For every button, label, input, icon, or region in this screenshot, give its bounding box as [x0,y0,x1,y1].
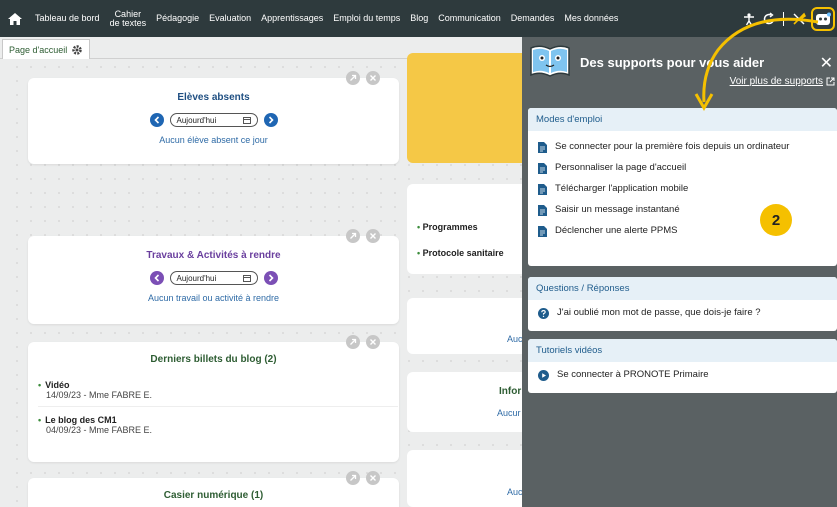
nav-cahier-line2: de textes [109,17,147,28]
card-casier: Casier numérique (1) [28,478,399,507]
document-icon [538,205,547,216]
play-icon [538,370,549,381]
gear-icon[interactable] [71,44,83,56]
date-input[interactable]: Aujourd'hui [169,271,258,285]
question-icon [538,308,549,319]
nav-demandes[interactable]: Demandes [506,14,560,23]
nav-communication[interactable]: Communication [433,14,506,23]
close-icon [370,75,376,81]
nav-tableau-de-bord[interactable]: Tableau de bord [30,14,105,23]
nav-apprentissages[interactable]: Apprentissages [256,14,328,23]
close-icon [370,339,376,345]
help-item[interactable]: Se connecter à PRONOTE Primaire [528,362,837,386]
section-title: Tutoriels vidéos [528,339,837,362]
annotation-arrow [694,17,819,112]
home-button[interactable] [0,0,30,37]
expand-card-button[interactable] [346,229,360,243]
nav-emploi-du-temps[interactable]: Emploi du temps [328,14,405,23]
home-icon [8,12,22,25]
empty-message: Aucun élève absent ce jour [159,135,268,145]
chevron-right-icon [268,274,274,282]
blog-post-item[interactable]: Le blog des CM1 04/09/23 - Mme FABRE E. [38,415,398,441]
truncated-text: Aucur [497,408,521,418]
help-item-label: Télécharger l'application mobile [555,183,689,194]
truncated-text: Auc [507,334,523,344]
calendar-icon [242,275,251,282]
chevron-left-icon [153,116,159,124]
close-icon [370,233,376,239]
document-icon [538,163,547,174]
previous-day-button[interactable] [149,113,164,127]
truncated-text: Auc [507,487,523,497]
link-protocole: Protocole sanitaire [422,248,504,258]
nav-blog[interactable]: Blog [405,14,433,23]
blog-post-title: Le blog des CM1 [38,415,398,425]
help-item-label: J'ai oublié mon mot de passe, que dois-j… [557,307,761,318]
help-item-label: Déclencher une alerte PPMS [555,225,678,236]
tab-page-accueil[interactable]: Page d'accueil [2,39,91,59]
tab-label: Page d'accueil [9,44,68,55]
expand-icon [350,338,357,345]
expand-icon [350,474,357,481]
help-item[interactable]: Télécharger l'application mobile [528,179,837,200]
expand-card-button[interactable] [346,471,360,485]
blog-post-meta: 14/09/23 - Mme FABRE E. [46,390,153,400]
chevron-right-icon [268,116,274,124]
section-questions-reponses: Questions / Réponses J'ai oublié mon mot… [528,277,837,331]
mascot-book-icon [530,45,570,77]
help-item-label: Personnaliser la page d'accueil [555,162,687,173]
help-item[interactable]: Personnaliser la page d'accueil [528,158,837,179]
date-value: Aujourd'hui [176,273,217,283]
next-day-button[interactable] [263,271,278,285]
document-icon [538,184,547,195]
card-blog: Derniers billets du blog (2) Vidéo 14/09… [28,342,399,462]
close-card-button[interactable] [366,335,380,349]
help-item-label: Se connecter à PRONOTE Primaire [557,369,709,380]
link-programmes: Programmes [422,222,478,232]
blog-post-title: Vidéo [38,380,398,390]
expand-card-button[interactable] [346,71,360,85]
blog-post-meta: 04/09/23 - Mme FABRE E. [46,425,153,435]
card-title: Infor [499,386,522,397]
expand-icon [350,232,357,239]
step-badge: 2 [760,204,792,236]
nav-pedagogie[interactable]: Pédagogie [151,14,204,23]
card-eleves-absents: Elèves absents Aujourd'hui Aucun élève a… [28,78,399,164]
link-item[interactable]: • Programmes [417,222,478,232]
section-modes-emploi: Modes d'emploi Se connecter pour la prem… [528,108,837,266]
expand-icon [350,74,357,81]
empty-message: Aucun travail ou activité à rendre [147,293,280,303]
help-item-label: Se connecter pour la première fois depui… [555,141,790,152]
calendar-icon [242,117,251,124]
close-card-button[interactable] [366,71,380,85]
close-icon [370,475,376,481]
expand-card-button[interactable] [346,335,360,349]
link-item[interactable]: • Protocole sanitaire [417,248,504,258]
help-item[interactable]: Se connecter pour la première fois depui… [528,137,837,158]
chevron-left-icon [153,274,159,282]
date-input[interactable]: Aujourd'hui [169,113,258,127]
nav-mes-donnees[interactable]: Mes données [559,14,623,23]
section-tutoriels-videos: Tutoriels vidéos Se connecter à PRONOTE … [528,339,837,393]
card-title: Derniers billets du blog (2) [150,354,277,365]
next-day-button[interactable] [263,113,278,127]
close-card-button[interactable] [366,471,380,485]
nav-cahier-de-textes[interactable]: Cahier de textes [105,9,152,28]
document-icon [538,142,547,153]
close-card-button[interactable] [366,229,380,243]
date-value: Aujourd'hui [176,115,217,125]
help-item[interactable]: J'ai oublié mon mot de passe, que dois-j… [528,300,837,324]
section-title: Questions / Réponses [528,277,837,300]
card-title: Travaux & Activités à rendre [146,250,281,261]
card-title: Casier numérique (1) [163,490,264,501]
card-title: Elèves absents [177,92,250,103]
previous-day-button[interactable] [149,271,164,285]
nav-evaluation[interactable]: Evaluation [204,14,256,23]
document-icon [538,226,547,237]
help-item-label: Saisir un message instantané [555,204,680,215]
dashboard-area: Elèves absents Aujourd'hui Aucun élève a… [10,53,607,507]
card-travaux: Travaux & Activités à rendre Aujourd'hui… [28,236,399,324]
blog-post-item[interactable]: Vidéo 14/09/23 - Mme FABRE E. [38,380,398,407]
